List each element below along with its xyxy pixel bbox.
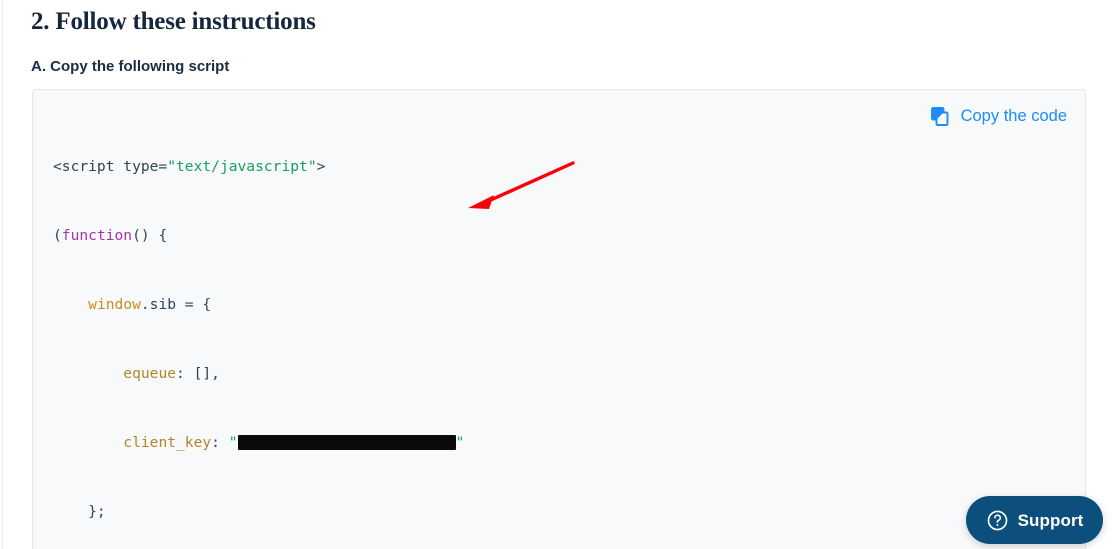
code-line: }; — [53, 503, 106, 520]
copy-the-code-label: Copy the code — [960, 106, 1067, 125]
code-line: <script type="text/javascript"> — [53, 158, 326, 175]
redacted-client-key — [237, 434, 456, 450]
page-title: 2. Follow these instructions — [31, 8, 316, 35]
support-button[interactable]: Support — [966, 496, 1103, 544]
code-line: client_key: " " — [123, 434, 465, 451]
support-button-label: Support — [1017, 510, 1084, 530]
code-block-card: <script type="text/javascript"> (functio… — [32, 89, 1086, 549]
code-line: equeue: [], — [123, 365, 220, 382]
code-line: (function() { — [53, 227, 168, 244]
question-mark-circle-icon — [986, 509, 1009, 532]
copy-the-code-button[interactable]: Copy the code — [928, 104, 1067, 128]
subsection-title: A. Copy the following script — [31, 58, 230, 75]
code-line: window.sib = { — [88, 296, 212, 313]
copy-documents-icon — [928, 104, 952, 128]
instructions-page: 2. Follow these instructions A. Copy the… — [0, 0, 1119, 549]
code-snippet[interactable]: <script type="text/javascript"> (functio… — [53, 109, 826, 549]
